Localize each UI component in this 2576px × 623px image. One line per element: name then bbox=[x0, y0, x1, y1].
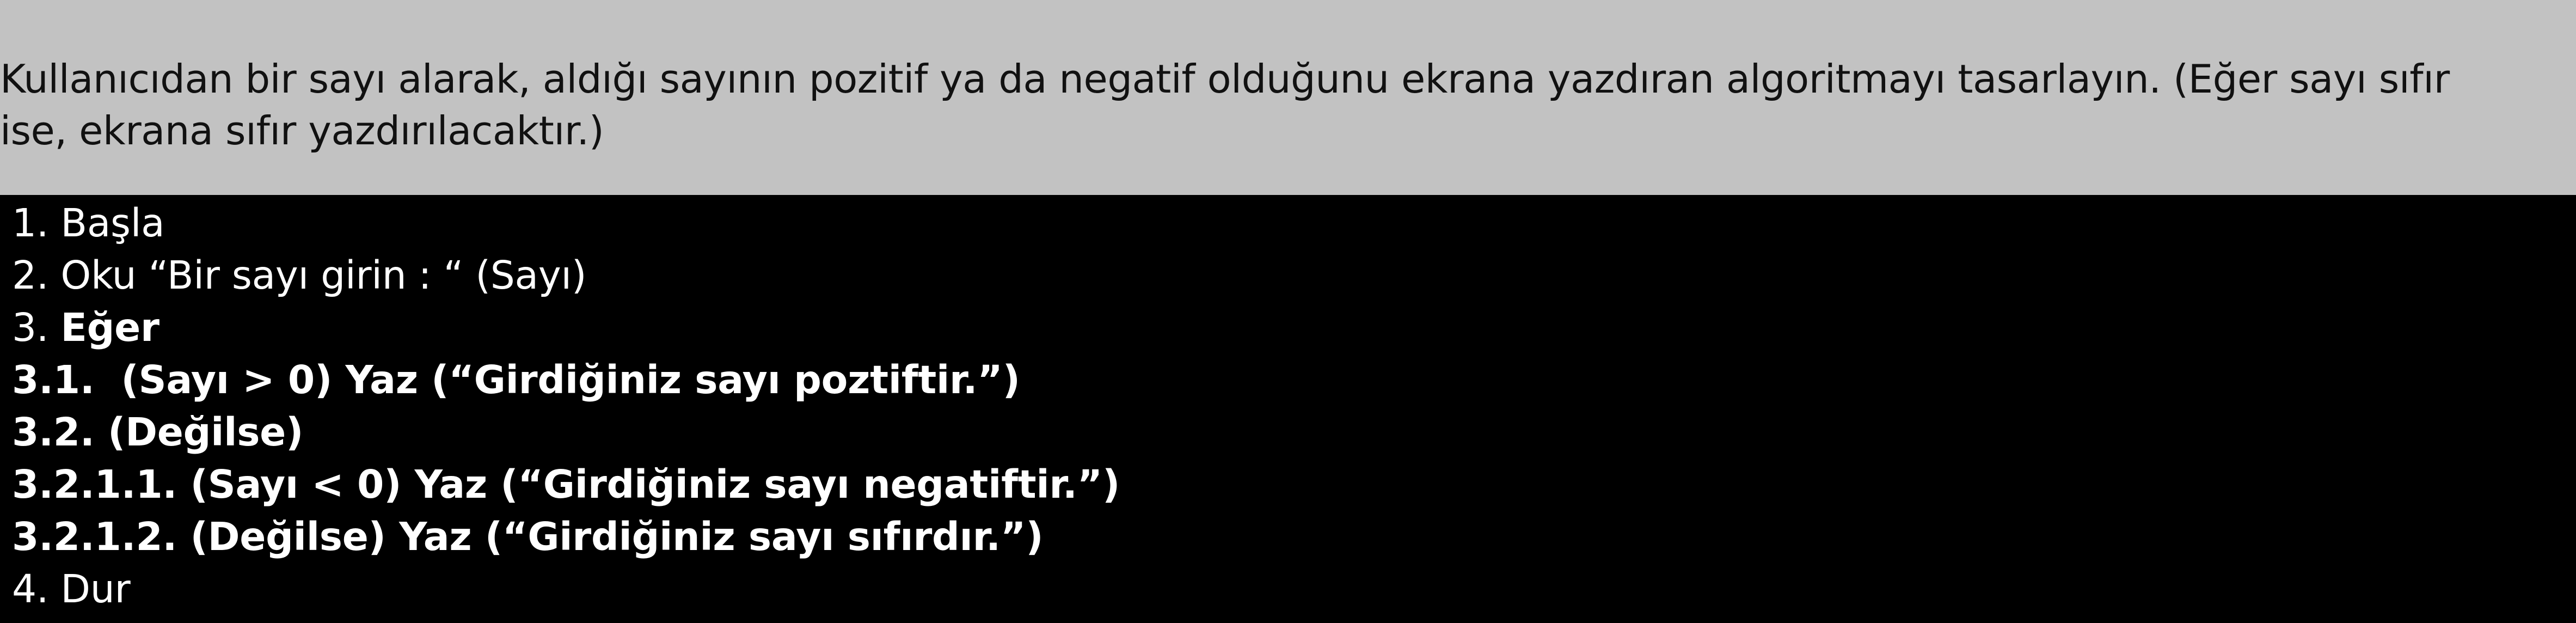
step-3-number: 3. bbox=[12, 305, 61, 350]
step-3-2: 3.2. (Değilse) bbox=[12, 410, 304, 455]
question-panel: Kullanıcıdan bir sayı alarak, aldığı say… bbox=[0, 0, 2576, 195]
step-3-2-1-1: 3.2.1.1. (Sayı < 0) Yaz (“Girdiğiniz say… bbox=[12, 462, 1120, 507]
page: Kullanıcıdan bir sayı alarak, aldığı say… bbox=[0, 0, 2576, 623]
algorithm-steps: 1. Başla 2. Oku “Bir sayı girin : “ (Say… bbox=[0, 195, 2576, 623]
step-3-1: 3.1. (Sayı > 0) Yaz (“Girdiğiniz sayı po… bbox=[12, 357, 1020, 402]
step-3-keyword: Eğer bbox=[60, 305, 160, 350]
step-3-2-1-2: 3.2.1.2. (Değilse) Yaz (“Girdiğiniz sayı… bbox=[12, 514, 1044, 559]
question-text: Kullanıcıdan bir sayı alarak, aldığı say… bbox=[0, 53, 2576, 157]
step-3: 3. Eğer bbox=[12, 302, 2576, 354]
step-1: 1. Başla bbox=[12, 200, 165, 246]
step-4: 4. Dur bbox=[12, 566, 131, 612]
question-line-2: ise, ekrana sıfır yazdırılacaktır.) bbox=[0, 108, 604, 154]
question-line-1: Kullanıcıdan bir sayı alarak, aldığı say… bbox=[0, 56, 2450, 102]
step-2: 2. Oku “Bir sayı girin : “ (Sayı) bbox=[12, 253, 587, 298]
